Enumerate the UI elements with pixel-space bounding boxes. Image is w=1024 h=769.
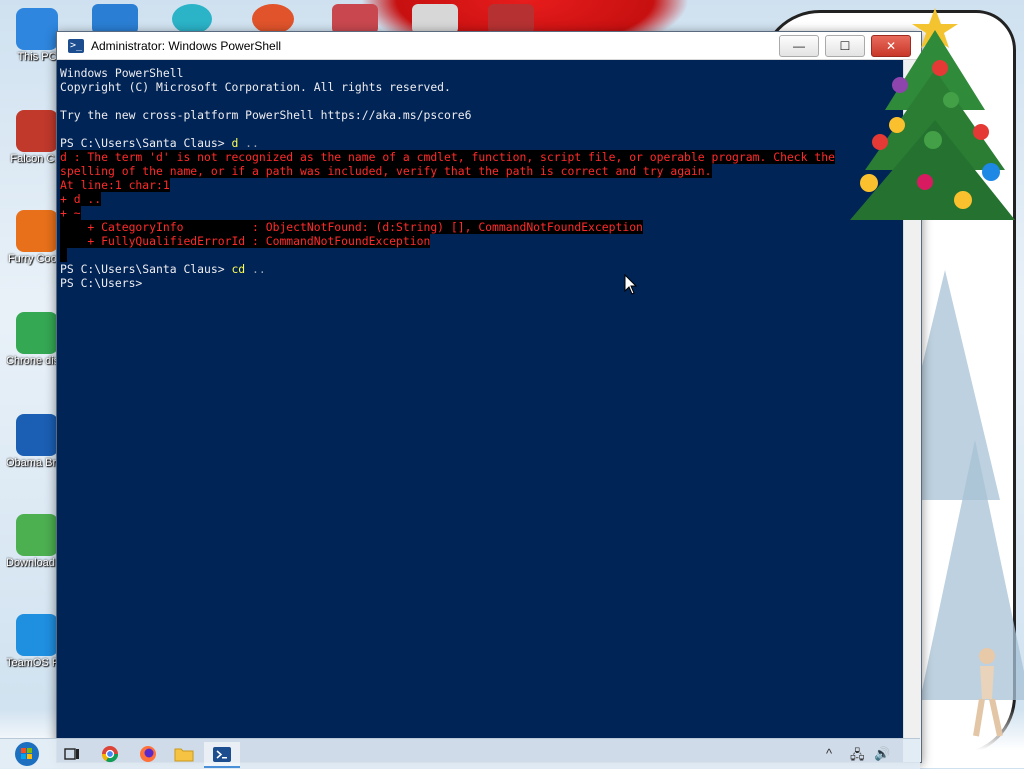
gear-icon: [16, 614, 58, 656]
console-line: d : The term 'd' is not recognized as th…: [60, 150, 903, 164]
console-line: Copyright (C) Microsoft Corporation. All…: [60, 80, 451, 94]
powershell-icon: [213, 746, 231, 762]
chrome-taskbar-button[interactable]: [96, 742, 124, 766]
error-text: d : The term 'd' is not recognized as th…: [60, 150, 835, 164]
console-line: + d ..: [60, 192, 903, 206]
firefox-icon: [16, 210, 58, 252]
taskbar: ^ 🖧 🔊: [0, 738, 920, 769]
console-line: At line:1 char:1: [60, 178, 903, 192]
prompt-text: PS C:\Users\Santa Claus>: [60, 262, 232, 276]
falcon-icon: [16, 110, 58, 152]
file-explorer-taskbar-button[interactable]: [170, 742, 198, 766]
folder-icon: [174, 748, 194, 762]
error-text: + d ..: [60, 192, 102, 206]
console-output[interactable]: Windows PowerShell Copyright (C) Microsof…: [60, 66, 903, 762]
window-titlebar[interactable]: >_ Administrator: Windows PowerShell — ☐…: [57, 32, 921, 60]
desktop-icon-figure[interactable]: [412, 4, 458, 34]
console-line: PS C:\Users>: [60, 276, 150, 290]
desktop-icon-box[interactable]: [488, 4, 534, 34]
monitor-icon: [16, 8, 58, 50]
prompt-text: PS C:\Users\Santa Claus>: [60, 136, 232, 150]
error-text: + FullyQualifiedErrorId : CommandNotFoun…: [60, 234, 431, 248]
task-view-button[interactable]: [58, 742, 86, 766]
error-text: + CategoryInfo : ObjectNotFound: (d:Stri…: [60, 220, 643, 234]
error-text: spelling of the name, or if a path was i…: [60, 164, 712, 178]
console-line: spelling of the name, or if a path was i…: [60, 164, 903, 178]
dancer-figure-icon: [973, 648, 1003, 737]
notebook-icon: [16, 514, 58, 556]
console-line: PS C:\Users\Santa Claus> d ..: [60, 136, 903, 150]
console-line: + FullyQualifiedErrorId : CommandNotFoun…: [60, 234, 903, 248]
powershell-icon: >_: [68, 38, 84, 53]
show-hidden-icons-chevron-icon[interactable]: ^: [826, 746, 832, 761]
network-icon[interactable]: 🖧: [850, 746, 865, 768]
chrome-icon: [101, 746, 119, 763]
desktop-icon-settings[interactable]: [92, 4, 138, 34]
console-line: PS C:\Users\Santa Claus> cd ..: [60, 262, 903, 276]
start-button[interactable]: [10, 742, 44, 766]
task-view-icon: [64, 748, 79, 760]
command-text: cd: [231, 262, 246, 276]
volume-icon[interactable]: 🔊: [874, 746, 890, 762]
desktop-icon-game[interactable]: [332, 4, 378, 34]
console-line: Try the new cross-platform PowerShell ht…: [60, 108, 472, 122]
console-line: [60, 248, 903, 262]
argument-text: ..: [245, 262, 266, 276]
firefox-taskbar-button[interactable]: [134, 742, 162, 766]
window-title: Administrator: Windows PowerShell: [91, 38, 282, 53]
powershell-window[interactable]: >_ Administrator: Windows PowerShell — ☐…: [56, 31, 922, 763]
firefox-icon: [140, 746, 156, 762]
argument-text: ..: [238, 136, 259, 150]
christmas-tree-icon: [850, 8, 1015, 220]
error-text: [60, 248, 67, 262]
desktop-icon-gem[interactable]: [172, 4, 212, 34]
chrome-icon: [16, 312, 58, 354]
error-text: + ~: [60, 206, 81, 220]
obama-logo-icon: [16, 414, 58, 456]
console-line: Windows PowerShell: [60, 66, 184, 80]
powershell-taskbar-button[interactable]: [204, 742, 240, 768]
desktop-icon-swirl[interactable]: [252, 4, 294, 34]
error-text: At line:1 char:1: [60, 178, 170, 192]
minimize-button[interactable]: —: [779, 34, 819, 57]
windows-logo-icon: [15, 742, 39, 766]
console-line: + CategoryInfo : ObjectNotFound: (d:Stri…: [60, 220, 903, 234]
console-line: + ~: [60, 206, 903, 220]
mouse-cursor-icon: [624, 274, 638, 295]
